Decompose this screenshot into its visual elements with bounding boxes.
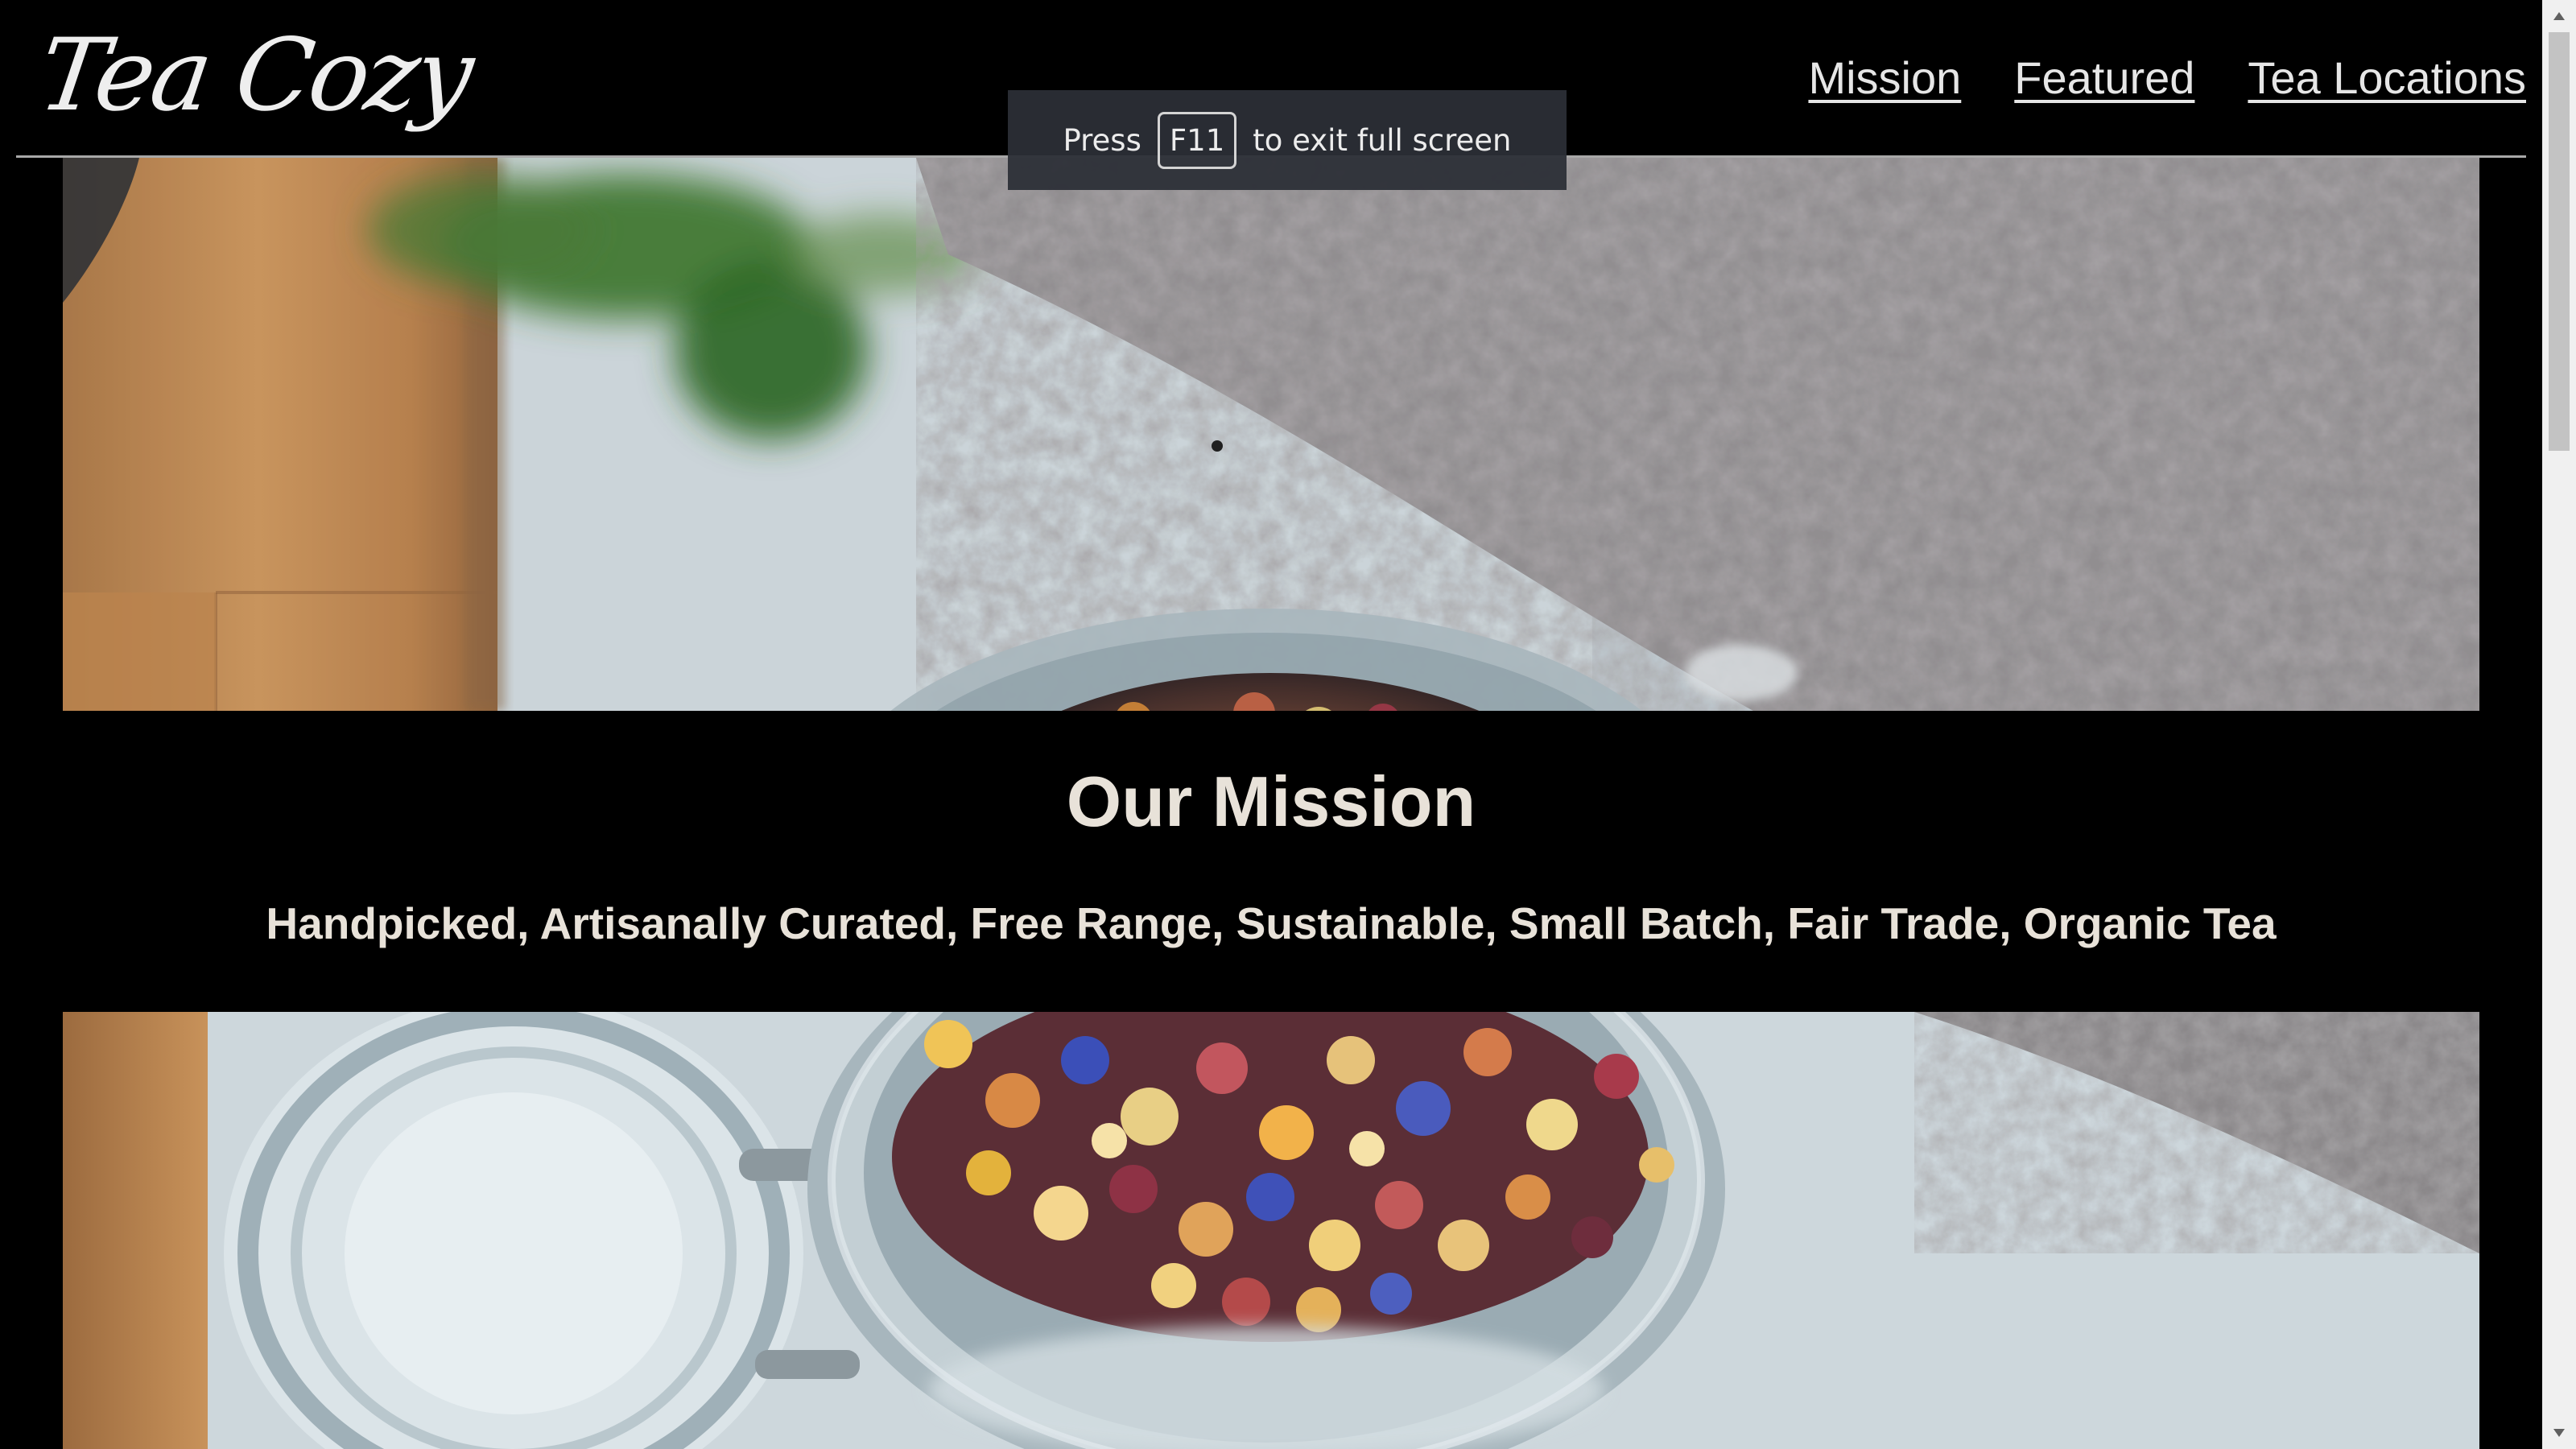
- tea-jar-photo-bottom: [63, 1012, 2479, 1449]
- fullscreen-notice-prefix: Press: [1063, 122, 1141, 158]
- scroll-up-arrow-icon[interactable]: [2542, 3, 2576, 29]
- main-nav: Mission Featured Tea Locations: [1808, 52, 2526, 104]
- scrollbar-thumb[interactable]: [2549, 32, 2570, 451]
- nav-link-tea-locations[interactable]: Tea Locations: [2248, 52, 2526, 104]
- hero-image-bottom: [63, 1012, 2479, 1449]
- mission-title: Our Mission: [1066, 762, 1476, 841]
- page-scrollbar[interactable]: [2542, 0, 2576, 1449]
- mission-section: Our Mission Handpicked, Artisanally Cura…: [63, 711, 2479, 1012]
- tea-jar-photo-top: [63, 158, 2479, 711]
- scroll-down-arrow-icon[interactable]: [2542, 1420, 2576, 1446]
- hero-image-top: [63, 158, 2479, 711]
- site-logo[interactable]: Tea Cozy: [31, 11, 478, 141]
- nav-link-featured[interactable]: Featured: [2014, 52, 2194, 104]
- nav-link-mission[interactable]: Mission: [1808, 52, 1961, 104]
- fullscreen-notice: Press F11 to exit full screen: [1008, 90, 1567, 190]
- fullscreen-notice-suffix: to exit full screen: [1253, 122, 1512, 158]
- mission-subtitle: Handpicked, Artisanally Curated, Free Ra…: [266, 898, 2277, 948]
- fullscreen-key-badge: F11: [1157, 111, 1237, 169]
